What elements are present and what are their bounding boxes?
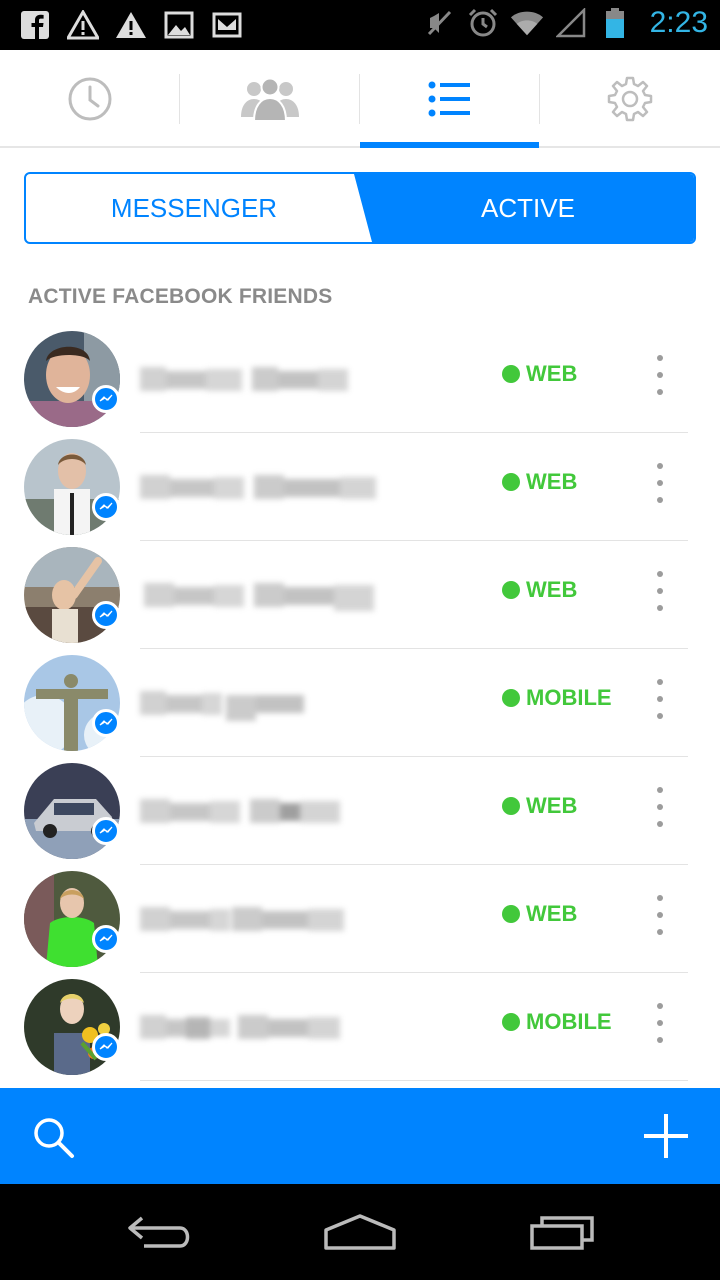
overflow-menu-icon[interactable] xyxy=(646,463,674,503)
overflow-menu-icon[interactable] xyxy=(646,787,674,827)
blurred-name xyxy=(140,789,344,833)
presence-status: MOBILE xyxy=(502,1009,612,1035)
online-dot-icon xyxy=(502,365,520,383)
search-icon xyxy=(34,1118,74,1158)
list-item[interactable]: WEB xyxy=(0,865,720,973)
battery-icon xyxy=(598,6,632,40)
messenger-badge-icon xyxy=(92,493,120,521)
mute-icon xyxy=(422,6,456,40)
back-icon xyxy=(128,1216,190,1248)
blurred-name xyxy=(140,465,380,509)
presence-label: WEB xyxy=(526,577,578,602)
blurred-name xyxy=(140,897,348,941)
presence-label: WEB xyxy=(526,469,578,494)
tab-active-list[interactable] xyxy=(360,50,540,148)
messenger-badge-icon xyxy=(92,925,120,953)
recents-icon xyxy=(530,1216,594,1250)
selected-tab-indicator xyxy=(360,142,539,148)
presence-status: WEB xyxy=(502,361,577,387)
presence-status: WEB xyxy=(502,793,577,819)
image-icon xyxy=(162,8,196,42)
divider xyxy=(140,1080,688,1081)
overflow-menu-icon[interactable] xyxy=(646,355,674,395)
online-dot-icon xyxy=(502,1013,520,1031)
messenger-badge-icon xyxy=(92,709,120,737)
list-item[interactable]: WEB xyxy=(0,433,720,541)
tab-groups[interactable] xyxy=(180,50,360,148)
blurred-name xyxy=(140,357,350,401)
messenger-badge-icon xyxy=(92,601,120,629)
presence-label: WEB xyxy=(526,361,578,386)
presence-label: MOBILE xyxy=(526,1009,612,1034)
blurred-name xyxy=(140,1005,344,1049)
mail-icon xyxy=(210,8,244,42)
home-button[interactable] xyxy=(320,1206,400,1258)
plus-icon xyxy=(644,1114,688,1158)
list-item[interactable]: WEB xyxy=(0,325,720,433)
presence-status: WEB xyxy=(502,469,577,495)
blurred-name xyxy=(140,681,310,725)
overflow-menu-icon[interactable] xyxy=(646,571,674,611)
blurred-name xyxy=(144,573,380,617)
tab-settings[interactable] xyxy=(540,50,720,148)
presence-status: WEB xyxy=(502,577,577,603)
groups-icon xyxy=(241,77,299,121)
list-item[interactable]: WEB xyxy=(0,757,720,865)
home-icon xyxy=(324,1214,396,1250)
segment-messenger[interactable]: MESSENGER xyxy=(26,174,362,242)
online-dot-icon xyxy=(502,905,520,923)
presence-label: WEB xyxy=(526,793,578,818)
online-dot-icon xyxy=(502,689,520,707)
system-nav-bar xyxy=(0,1184,720,1280)
online-dot-icon xyxy=(502,581,520,599)
list-item[interactable]: WEB xyxy=(0,541,720,649)
presence-status: WEB xyxy=(502,901,577,927)
gear-icon xyxy=(607,76,653,122)
clock-icon xyxy=(68,77,112,121)
overflow-menu-icon[interactable] xyxy=(646,895,674,935)
messenger-badge-icon xyxy=(92,385,120,413)
presence-label: MOBILE xyxy=(526,685,612,710)
tab-recent[interactable] xyxy=(0,50,180,148)
section-header: ACTIVE FACEBOOK FRIENDS xyxy=(28,285,333,308)
messenger-app: MESSENGER ACTIVE ACTIVE FACEBOOK FRIENDS xyxy=(0,50,720,1184)
recents-button[interactable] xyxy=(522,1206,602,1258)
list-icon xyxy=(428,81,470,117)
messenger-badge-icon xyxy=(92,1033,120,1061)
back-button[interactable] xyxy=(120,1206,200,1258)
search-button[interactable] xyxy=(30,1114,78,1162)
alarm-icon xyxy=(466,6,500,40)
signal-icon xyxy=(554,6,588,40)
top-tab-bar xyxy=(0,50,720,148)
segment-active[interactable]: ACTIVE xyxy=(362,174,694,242)
segmented-control: MESSENGER ACTIVE xyxy=(24,172,696,244)
status-bar: 2:23 xyxy=(0,0,720,50)
warning-icon xyxy=(66,8,100,42)
notification-icons xyxy=(18,8,244,42)
bottom-action-bar xyxy=(0,1088,720,1184)
list-item[interactable]: MOBILE xyxy=(0,649,720,757)
facebook-icon xyxy=(18,8,52,42)
new-message-button[interactable] xyxy=(642,1112,690,1160)
messenger-badge-icon xyxy=(92,817,120,845)
wifi-icon xyxy=(510,6,544,40)
overflow-menu-icon[interactable] xyxy=(646,1003,674,1043)
warning-icon xyxy=(114,8,148,42)
list-item[interactable]: MOBILE xyxy=(0,973,720,1081)
overflow-menu-icon[interactable] xyxy=(646,679,674,719)
system-icons: 2:23 xyxy=(422,6,708,40)
presence-label: WEB xyxy=(526,901,578,926)
online-dot-icon xyxy=(502,473,520,491)
online-dot-icon xyxy=(502,797,520,815)
clock-time: 2:23 xyxy=(649,6,708,39)
presence-status: MOBILE xyxy=(502,685,612,711)
